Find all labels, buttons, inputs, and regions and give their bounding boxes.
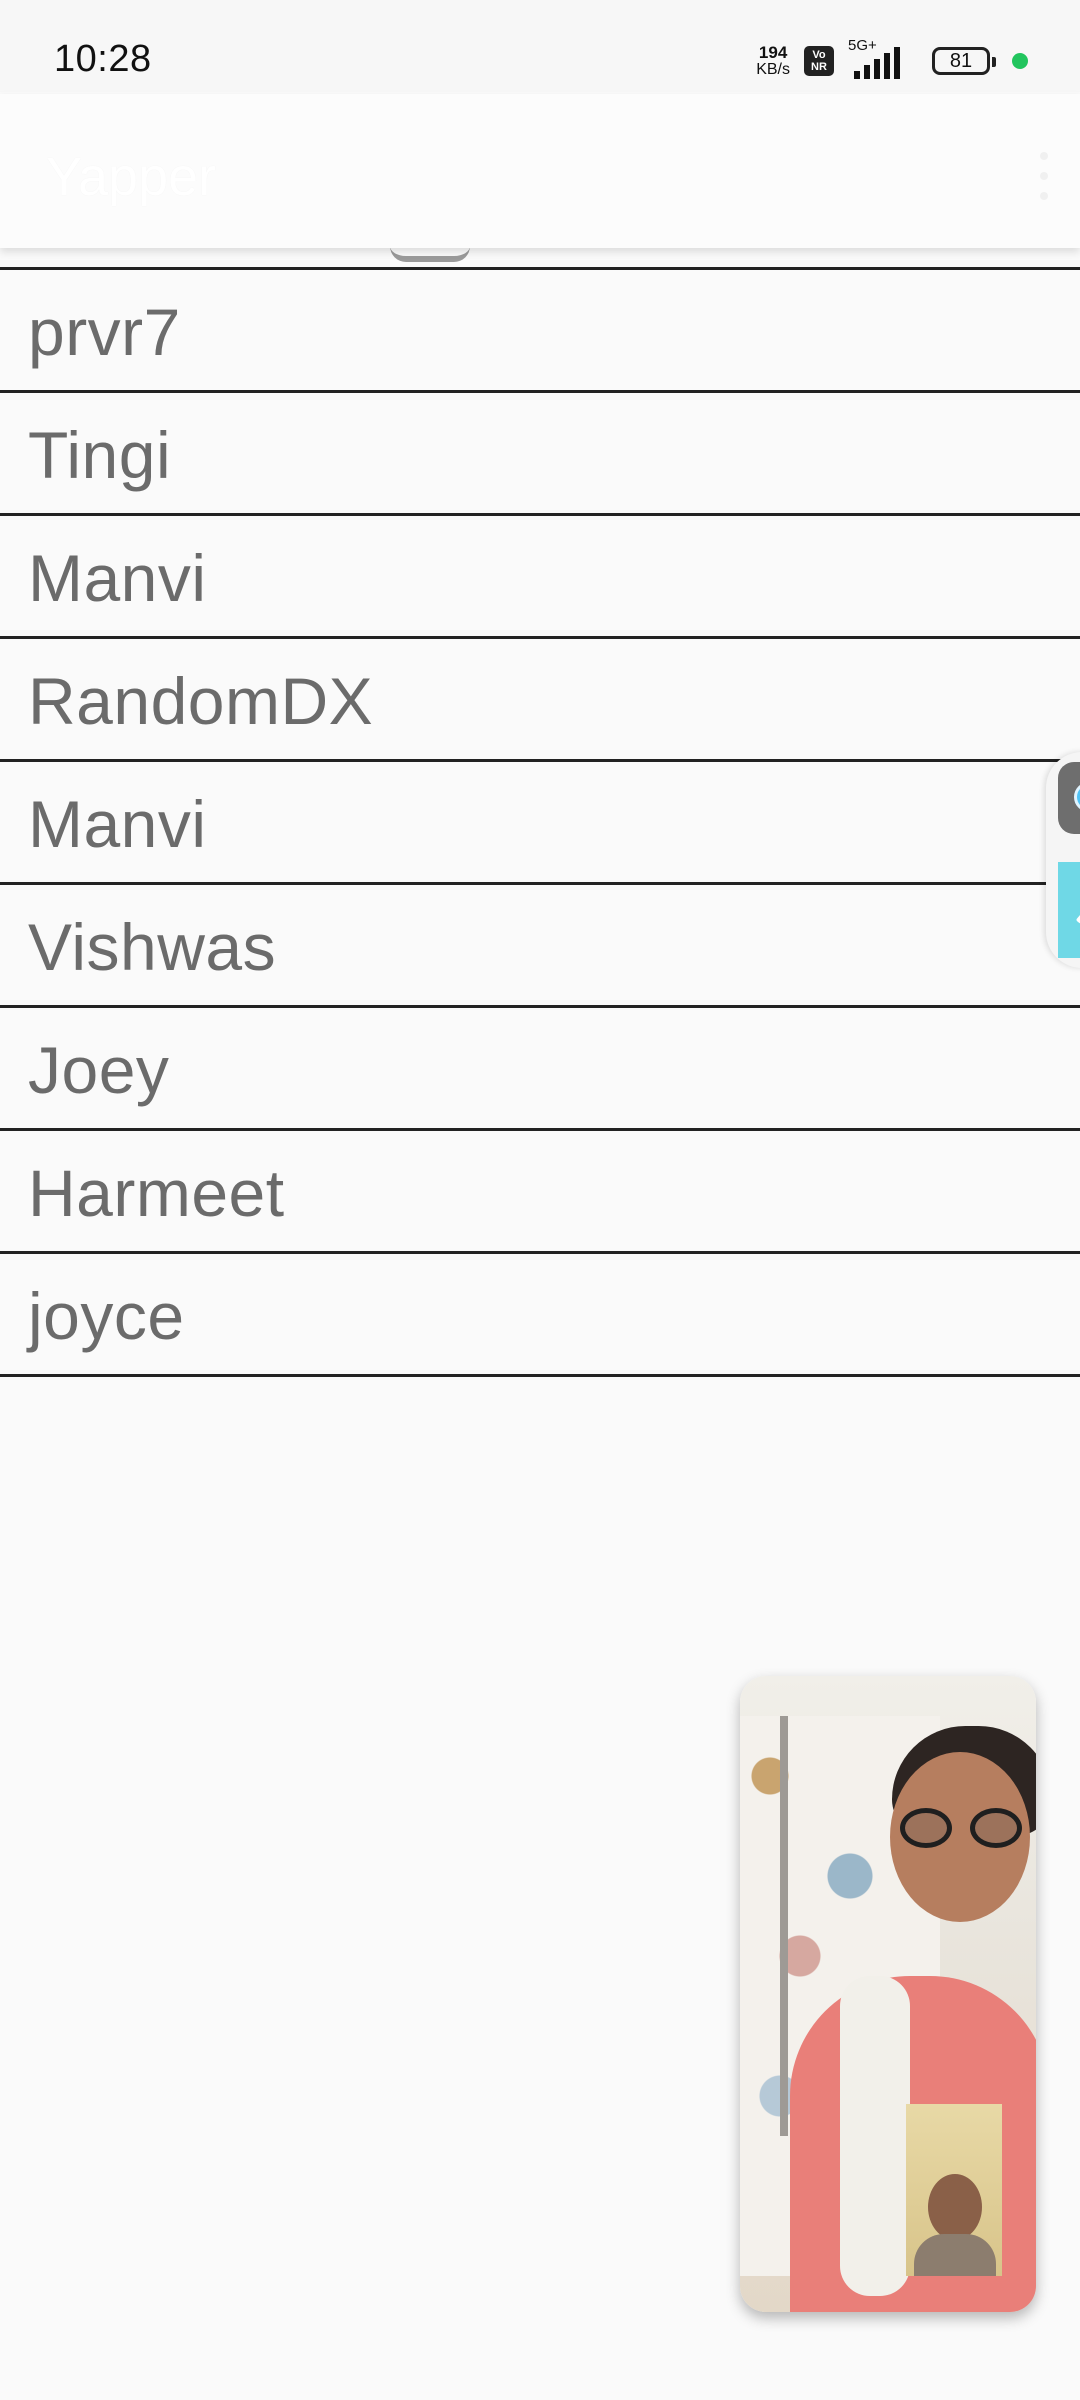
list-item[interactable]: Harmeet [0,1131,1080,1254]
list-item-label: Vishwas [28,910,277,984]
signal-bars [854,47,900,79]
list-item-label: Manvi [28,787,207,861]
network-speed-unit: KB/s [756,61,790,78]
more-options-icon[interactable] [1034,152,1054,200]
privacy-indicator-dot [1012,53,1028,69]
list-item-label: joyce [28,1279,185,1353]
volte-bottom-label: NR [811,61,827,73]
list-item-label: Joey [28,1033,170,1107]
remote-caller-glasses [900,1808,1030,1848]
status-indicators: 194 KB/s Vo NR 5G+ 81 [756,37,1028,82]
list-item-partial[interactable] [0,248,1080,270]
list-item[interactable]: prvr7 [0,270,1080,393]
app-bar: Yapper [0,94,1080,248]
network-speed: 194 KB/s [756,44,790,78]
pen-icon [1075,894,1080,924]
video-call-pip[interactable] [740,1676,1036,2312]
self-view-inset[interactable] [906,2104,1002,2276]
partial-text-descender [390,246,470,262]
signal-icon: 5G+ [848,37,918,81]
list-item[interactable]: Manvi [0,762,1080,885]
record-icon [1074,782,1080,812]
battery-level: 81 [949,49,973,72]
list-item-label: Harmeet [28,1156,285,1230]
self-view-shirt [914,2234,996,2276]
screen: 10:28 194 KB/s Vo NR 5G+ 81 Yapper prvr7… [0,0,1080,2400]
list-item-label: Tingi [28,418,172,492]
battery-icon: 81 [932,47,996,75]
background-pole [780,1716,788,2136]
list-item[interactable]: Vishwas [0,885,1080,1008]
list-item[interactable]: Manvi [0,516,1080,639]
status-bar: 10:28 194 KB/s Vo NR 5G+ 81 [0,0,1080,92]
network-speed-value: 194 [758,43,788,62]
edit-button[interactable] [1058,862,1080,958]
list-item[interactable]: Tingi [0,393,1080,516]
volte-icon: Vo NR [804,46,834,76]
app-title: Yapper [46,147,217,207]
user-list: prvr7 Tingi Manvi RandomDX Manvi Vishwas… [0,270,1080,1377]
self-view-face [928,2174,982,2240]
list-item-label: RandomDX [28,664,374,738]
list-item-label: prvr7 [28,295,181,369]
list-item[interactable]: Joey [0,1008,1080,1131]
remote-caller-scarf [840,1976,910,2296]
list-item[interactable]: joyce [0,1254,1080,1377]
status-time: 10:28 [54,38,152,80]
list-item-label: Manvi [28,541,207,615]
list-item[interactable]: RandomDX [0,639,1080,762]
screen-recorder-button[interactable] [1058,762,1080,834]
floating-side-panel[interactable] [1046,752,1080,968]
volte-top-label: Vo [812,49,826,61]
